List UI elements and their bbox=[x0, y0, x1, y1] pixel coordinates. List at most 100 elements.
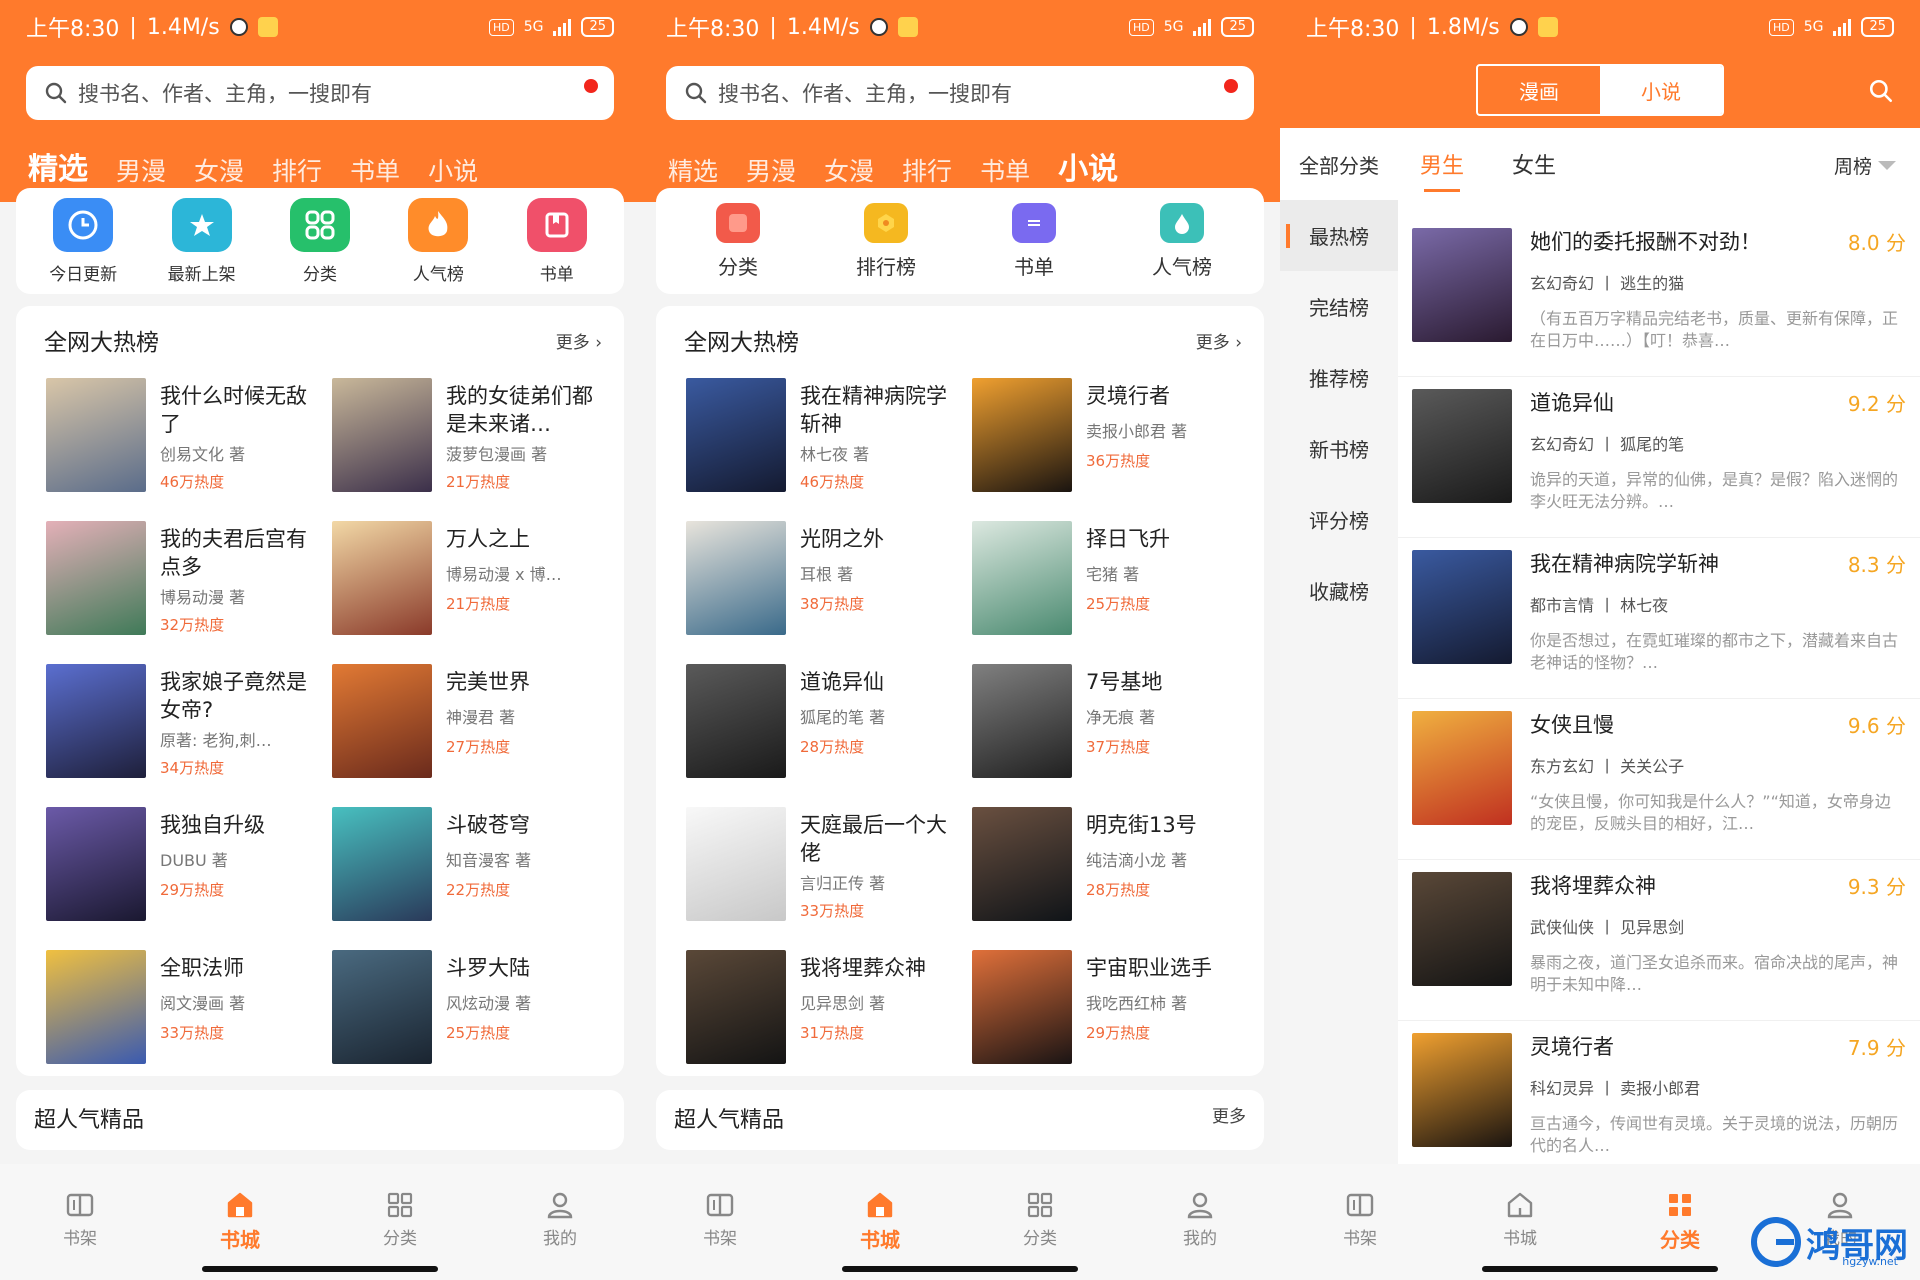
book-item[interactable]: 我将埋葬众神 见异思剑 著 31万热度 bbox=[686, 950, 962, 1064]
tab-female-comics[interactable]: 女漫 bbox=[194, 152, 244, 188]
category-icon bbox=[1024, 1190, 1056, 1220]
book-tags: 都市言情 丨 林七夜 bbox=[1530, 596, 1669, 615]
sidebar-item-all[interactable]: 全部分类 bbox=[1280, 128, 1398, 200]
book-heat: 29万热度 bbox=[1086, 1024, 1151, 1042]
book-heat: 46万热度 bbox=[800, 473, 865, 491]
tab-featured[interactable]: 精选 bbox=[668, 152, 718, 188]
tab-ranking[interactable]: 排行 bbox=[272, 152, 322, 188]
more-link[interactable]: 更多 › bbox=[556, 328, 602, 353]
tab-booklist[interactable]: 书单 bbox=[980, 152, 1030, 188]
quick-nav-item[interactable]: 书单 bbox=[502, 197, 612, 285]
quick-nav-item[interactable]: 今日更新 bbox=[28, 197, 138, 285]
book-item[interactable]: 道诡异仙 狐尾的笔 著 28万热度 bbox=[686, 664, 962, 778]
search-placeholder: 搜书名、作者、主角，一搜即有 bbox=[718, 82, 1012, 106]
home-indicator[interactable] bbox=[1482, 1266, 1718, 1272]
sidebar-item-completed[interactable]: 完结榜 bbox=[1280, 271, 1398, 342]
book-item[interactable]: 斗罗大陆 风炫动漫 著 25万热度 bbox=[332, 950, 608, 1064]
tab-male-comics[interactable]: 男漫 bbox=[746, 152, 796, 188]
tab-female[interactable]: 女生 bbox=[1512, 148, 1556, 180]
sidebar-item-favorites[interactable]: 收藏榜 bbox=[1280, 555, 1398, 626]
ranking-item[interactable]: 灵境行者 7.9 分科幻灵异 丨 卖报小郎君 亘古通今，传闻世有灵境。关于灵境的说法… bbox=[1398, 1021, 1920, 1164]
nav-bookshelf[interactable]: 书架 bbox=[20, 1190, 140, 1280]
book-item[interactable]: 择日飞升 宅猪 著 25万热度 bbox=[972, 521, 1248, 635]
quick-nav-item[interactable]: 书单 bbox=[979, 202, 1089, 280]
book-item[interactable]: 我的女徒弟们都是未来诸… 菠萝包漫画 著 21万热度 bbox=[332, 378, 608, 492]
ranking-item[interactable]: 道诡异仙 9.2 分玄幻奇幻 丨 狐尾的笔 诡异的天道，异常的仙佛，是真？是假？陷入… bbox=[1398, 377, 1920, 538]
sidebar-item-new[interactable]: 新书榜 bbox=[1280, 413, 1398, 484]
more-link[interactable]: 更多 › bbox=[1196, 328, 1242, 353]
home-indicator[interactable] bbox=[202, 1266, 438, 1272]
header: 上午8:30 | 1.4M/s HD 5G 25 搜书名、作者、主角，一搜即有 … bbox=[0, 0, 640, 202]
sort-dropdown[interactable]: 周榜 bbox=[1834, 152, 1896, 179]
tab-male[interactable]: 男生 bbox=[1420, 148, 1464, 192]
book-item[interactable]: 宇宙职业选手 我吃西红柿 著 29万热度 bbox=[972, 950, 1248, 1064]
bookmark-icon bbox=[526, 197, 587, 252]
sidebar-item-rating[interactable]: 评分榜 bbox=[1280, 484, 1398, 555]
quick-nav-item[interactable]: 最新上架 bbox=[147, 197, 257, 285]
book-item[interactable]: 完美世界 神漫君 著 27万热度 bbox=[332, 664, 608, 778]
nav-profile[interactable]: 我的 bbox=[500, 1190, 620, 1280]
book-title: 灵境行者 bbox=[1086, 384, 1170, 408]
bookshelf-icon bbox=[1344, 1190, 1376, 1220]
book-item[interactable]: 斗破苍穹 知音漫客 著 22万热度 bbox=[332, 807, 608, 921]
book-item[interactable]: 我家娘子竟然是女帝? 原著: 老狗,刺… 34万热度 bbox=[46, 664, 322, 778]
quick-nav-item[interactable]: 人气榜 bbox=[383, 197, 493, 285]
book-score: 9.3 分 bbox=[1847, 874, 1906, 899]
sidebar-item-recommended[interactable]: 推荐榜 bbox=[1280, 342, 1398, 413]
nav-profile[interactable]: 我的 bbox=[1140, 1190, 1260, 1280]
book-item[interactable]: 我独自升级 DUBU 著 29万热度 bbox=[46, 807, 322, 921]
quick-nav-item[interactable]: 人气榜 bbox=[1127, 202, 1237, 280]
book-item[interactable]: 全职法师 阅文漫画 著 33万热度 bbox=[46, 950, 322, 1064]
gender-tabs: 男生 女生 周榜 bbox=[1398, 128, 1920, 200]
status-time: 上午8:30 bbox=[1306, 17, 1400, 42]
tab-featured[interactable]: 精选 bbox=[28, 144, 88, 188]
book-item[interactable]: 我什么时候无敌了 创易文化 著 46万热度 bbox=[46, 378, 322, 492]
quick-nav-item[interactable]: 分类 bbox=[265, 197, 375, 285]
book-item[interactable]: 灵境行者 卖报小郎君 著 36万热度 bbox=[972, 378, 1248, 492]
signal-icon bbox=[553, 18, 572, 36]
sidebar-item-hottest[interactable]: 最热榜 bbox=[1280, 200, 1398, 271]
ranking-item[interactable]: 她们的委托报酬不对劲！ 8.0 分玄幻奇幻 丨 逃生的猫 （有五百万字精品完结老书，… bbox=[1398, 216, 1920, 377]
nav-label: 分类 bbox=[1660, 1228, 1700, 1252]
store-icon bbox=[224, 1190, 256, 1220]
book-item[interactable]: 光阴之外 耳根 著 38万热度 bbox=[686, 521, 962, 635]
tab-male-comics[interactable]: 男漫 bbox=[116, 152, 166, 188]
toggle-novel[interactable]: 小说 bbox=[1600, 66, 1722, 114]
star-icon bbox=[171, 197, 232, 252]
book-title: 斗罗大陆 bbox=[446, 956, 530, 980]
notification-dot bbox=[1224, 79, 1238, 93]
network-label: 5G bbox=[1163, 19, 1184, 35]
nav-label: 我的 bbox=[1183, 1229, 1217, 1249]
book-cover bbox=[1412, 1033, 1512, 1147]
nav-bookshelf[interactable]: 书架 bbox=[660, 1190, 780, 1280]
quick-nav-item[interactable]: 分类 bbox=[683, 202, 793, 280]
book-item[interactable]: 7号基地 净无痕 著 37万热度 bbox=[972, 664, 1248, 778]
battery-icon: 25 bbox=[1221, 17, 1254, 37]
book-heat: 38万热度 bbox=[800, 595, 865, 613]
book-item[interactable]: 明克街13号 纯洁滴小龙 著 28万热度 bbox=[972, 807, 1248, 921]
book-item[interactable]: 我的夫君后宫有点多 博易动漫 著 32万热度 bbox=[46, 521, 322, 635]
tab-novel[interactable]: 小说 bbox=[428, 152, 478, 188]
toggle-comics[interactable]: 漫画 bbox=[1478, 66, 1600, 114]
book-item[interactable]: 天庭最后一个大佬 言归正传 著 33万热度 bbox=[686, 807, 962, 921]
book-title: 女侠且慢 bbox=[1530, 713, 1614, 737]
book-cover bbox=[46, 950, 146, 1064]
book-item[interactable]: 万人之上 博易动漫 x 博… 21万热度 bbox=[332, 521, 608, 635]
search-bar[interactable]: 搜书名、作者、主角，一搜即有 bbox=[26, 66, 614, 120]
ranking-item[interactable]: 我将埋葬众神 9.3 分武侠仙侠 丨 见异思剑 暴雨之夜，道门圣女追杀而来。宿命决战… bbox=[1398, 860, 1920, 1021]
search-icon[interactable] bbox=[1868, 78, 1894, 104]
more-link[interactable]: 更多 bbox=[1212, 1102, 1246, 1138]
search-bar[interactable]: 搜书名、作者、主角，一搜即有 bbox=[666, 66, 1254, 120]
ranking-item[interactable]: 女侠且慢 9.6 分东方玄幻 丨 关关公子 “女侠且慢，你可知我是什么人？”“知道，… bbox=[1398, 699, 1920, 860]
nav-bookshelf[interactable]: 书架 bbox=[1300, 1190, 1420, 1280]
quick-nav-item[interactable]: 排行榜 bbox=[831, 202, 941, 280]
tab-female-comics[interactable]: 女漫 bbox=[824, 152, 874, 188]
tab-booklist[interactable]: 书单 bbox=[350, 152, 400, 188]
home-indicator[interactable] bbox=[842, 1266, 1078, 1272]
ranking-item[interactable]: 我在精神病院学斩神 8.3 分都市言情 丨 林七夜 你是否想过，在霓虹璀璨的都市之下… bbox=[1398, 538, 1920, 699]
book-title: 我将埋葬众神 bbox=[800, 956, 926, 980]
tab-ranking[interactable]: 排行 bbox=[902, 152, 952, 188]
book-heat: 34万热度 bbox=[160, 759, 225, 777]
book-item[interactable]: 我在精神病院学斩神 林七夜 著 46万热度 bbox=[686, 378, 962, 492]
tab-novel[interactable]: 小说 bbox=[1058, 144, 1118, 188]
